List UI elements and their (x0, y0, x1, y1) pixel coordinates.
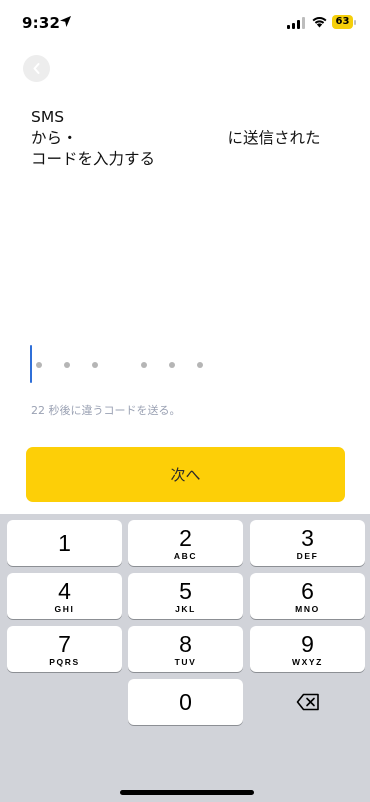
title-line-2: から・ に送信された (31, 128, 341, 149)
key-letters: MNO (295, 603, 320, 614)
key-6[interactable]: 6 MNO (250, 573, 365, 619)
key-digit: 1 (58, 530, 71, 556)
chevron-left-icon (33, 63, 40, 74)
key-letters: TUV (174, 656, 197, 667)
code-digit-placeholder (169, 362, 175, 368)
title-line-2-start: から・ (31, 129, 78, 147)
key-letters: ABC (173, 550, 198, 561)
wifi-icon (312, 17, 327, 28)
key-8[interactable]: 8 TUV (128, 626, 243, 672)
home-indicator (120, 790, 254, 795)
key-3[interactable]: 3 DEF (250, 520, 365, 566)
backspace-icon (296, 693, 319, 711)
delete-key[interactable] (250, 679, 365, 725)
key-4[interactable]: 4 GHI (7, 573, 122, 619)
battery-indicator: 63 (332, 15, 353, 29)
battery-cap (354, 20, 356, 25)
key-letters: PQRS (49, 656, 80, 667)
status-time: 9:32 (22, 14, 61, 32)
text-cursor (30, 345, 32, 383)
next-button[interactable]: 次へ (26, 447, 345, 502)
key-digit: 4 (58, 577, 71, 604)
key-digit: 2 (179, 524, 192, 551)
key-digit: 6 (301, 577, 314, 604)
resend-countdown-text: 22 秒後に違うコードを送る。 (31, 404, 181, 417)
page-title: SMS から・ に送信された コードを入力する (31, 107, 341, 170)
key-0[interactable]: 0 (128, 679, 243, 725)
key-digit: 9 (301, 630, 314, 657)
status-bar: 9:32 63 (0, 0, 370, 46)
numeric-keypad: 1 2 ABC 3 DEF 4 GHI 5 JKL 6 MNO 7 PQRS 8… (0, 514, 370, 802)
key-digit: 0 (179, 689, 192, 715)
key-letters: DEF (296, 550, 319, 561)
code-digit-placeholder (36, 362, 42, 368)
key-digit: 3 (301, 524, 314, 551)
title-line-1: SMS (31, 108, 65, 126)
title-line-3: コードを入力する (31, 150, 156, 168)
code-digit-placeholder (197, 362, 203, 368)
key-digit: 8 (179, 630, 192, 657)
cellular-signal-icon (287, 17, 305, 29)
title-line-2-end: に送信された (227, 129, 321, 147)
key-digit: 5 (179, 577, 192, 604)
location-arrow-icon (60, 16, 71, 27)
code-digit-placeholder (141, 362, 147, 368)
code-digit-placeholder (92, 362, 98, 368)
key-2[interactable]: 2 ABC (128, 520, 243, 566)
key-letters: JKL (175, 603, 196, 614)
key-letters: WXYZ (292, 656, 323, 667)
key-9[interactable]: 9 WXYZ (250, 626, 365, 672)
code-digit-placeholder (64, 362, 70, 368)
key-5[interactable]: 5 JKL (128, 573, 243, 619)
back-button[interactable] (23, 55, 50, 82)
key-1[interactable]: 1 (7, 520, 122, 566)
key-letters: GHI (54, 603, 75, 614)
key-digit: 7 (58, 630, 71, 657)
key-7[interactable]: 7 PQRS (7, 626, 122, 672)
verification-code-input[interactable] (28, 342, 228, 386)
